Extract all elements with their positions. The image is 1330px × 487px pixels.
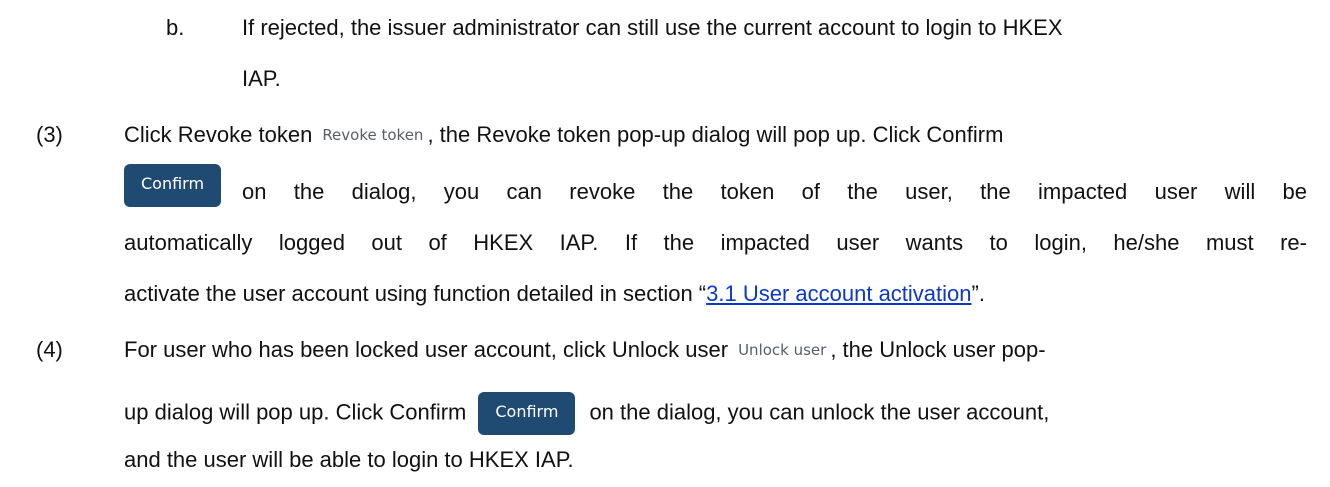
item-3-text-line-2: on the dialog, you can revoke the token … (242, 179, 1307, 204)
list-marker-3: (3) (36, 122, 63, 147)
item-4-text-line-1: For user who has been locked user accoun… (124, 336, 1046, 364)
section-3-1-link[interactable]: 3.1 User account activation (706, 281, 971, 306)
list-marker-b: b. (166, 15, 185, 40)
item-3-text-part: ”. (971, 281, 985, 306)
item-3-text-part: , the Revoke token pop-up dialog will po… (427, 122, 1004, 147)
item-b-text-line-1: If rejected, the issuer administrator ca… (242, 15, 1063, 40)
item-4-text-part: , the Unlock user pop- (830, 337, 1046, 362)
list-marker-4: (4) (36, 337, 63, 362)
unlock-user-link[interactable]: Unlock user (738, 341, 826, 359)
item-4-text-part: up dialog will pop up. Click Confirm (124, 399, 467, 425)
confirm-button[interactable]: Confirm (124, 164, 222, 207)
item-4-text-line-3: and the user will be able to login to HK… (124, 447, 574, 472)
item-3-text-part: Click Revoke token (124, 122, 313, 147)
revoke-token-link[interactable]: Revoke token (322, 126, 423, 144)
confirm-button[interactable]: Confirm (478, 392, 576, 435)
item-3-text-line-1: Click Revoke token Revoke token, the Revo… (124, 121, 1003, 149)
item-4-text-line-2: up dialog will pop up. Click Confirm Conf… (124, 392, 1049, 435)
item-3-text-part: activate the user account using function… (124, 281, 707, 306)
item-3-text-line-3: automatically logged out of HKEX IAP. If… (124, 230, 1307, 255)
item-4-text-part: For user who has been locked user accoun… (124, 337, 729, 362)
item-4-text-part: on the dialog, you can unlock the user a… (589, 399, 1050, 425)
item-b-text-line-2: IAP. (242, 66, 281, 91)
item-3-text-line-4: activate the user account using function… (124, 280, 985, 308)
